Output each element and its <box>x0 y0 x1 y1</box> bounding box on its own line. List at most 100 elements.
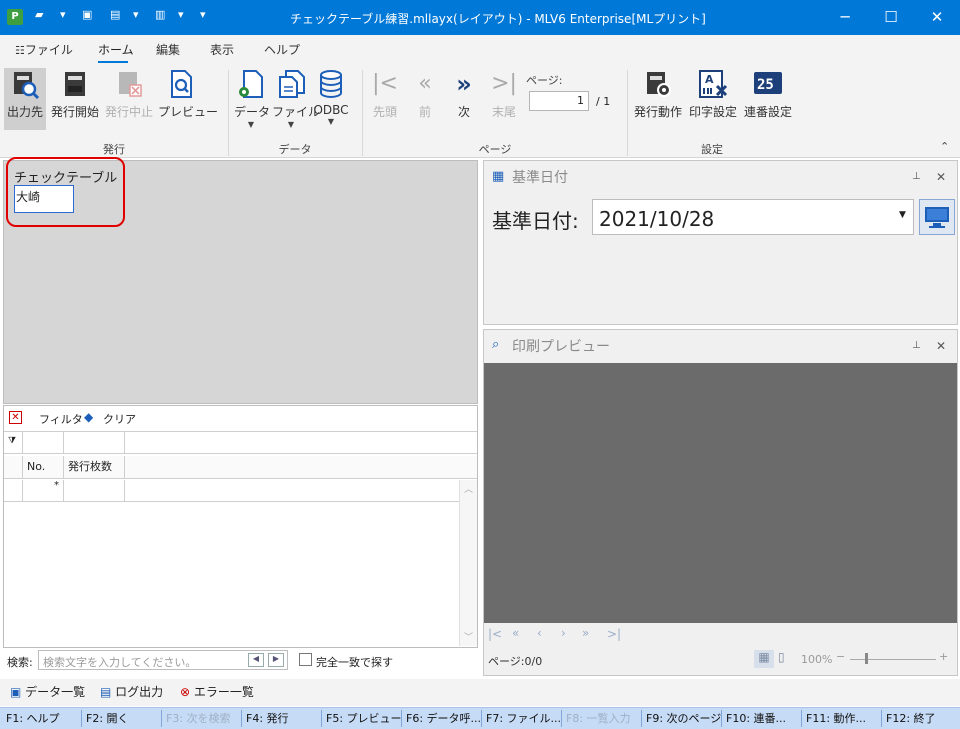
table-cell[interactable] <box>63 480 125 501</box>
dropdown-arrow-icon[interactable]: ▾ <box>133 8 139 21</box>
single-page-icon[interactable]: ▯ <box>778 650 785 664</box>
function-key-f9[interactable]: F9: 次のページ <box>642 710 722 727</box>
new-row-marker: * <box>22 480 63 501</box>
serial-number-settings-button[interactable]: 25 連番設定 <box>742 68 794 130</box>
menu-view[interactable]: 表示 <box>210 41 234 58</box>
paste-icon[interactable]: ▥ <box>155 8 165 21</box>
scroll-up-icon[interactable]: ︿ <box>464 482 473 495</box>
odbc-button[interactable]: ODBC ▼ <box>313 68 349 130</box>
preview-button[interactable]: プレビュー <box>158 68 218 130</box>
zoom-slider[interactable]: − + <box>834 650 949 668</box>
chevron-left-icon[interactable]: ‹ <box>537 626 542 640</box>
delete-row-icon[interactable]: ✕ <box>9 411 22 424</box>
zoom-thumb[interactable] <box>865 653 868 664</box>
column-header-no[interactable]: No. <box>22 456 63 478</box>
function-key-f4[interactable]: F4: 発行 <box>242 710 322 727</box>
function-key-f3[interactable]: F3: 次を検索 <box>162 710 242 727</box>
issue-behavior-button[interactable]: 発行動作 <box>632 68 684 130</box>
minimize-button[interactable]: ─ <box>822 0 868 35</box>
menu-file[interactable]: ☷ファイル <box>15 41 73 58</box>
printer-icon <box>65 72 85 96</box>
clear-button[interactable]: クリア <box>103 411 136 427</box>
table-row[interactable]: * <box>4 480 459 502</box>
last-page-icon[interactable]: >| <box>607 627 621 641</box>
search-next-icon[interactable]: ▶ <box>268 653 284 667</box>
last-page-icon: >| <box>491 71 517 96</box>
first-page-icon[interactable]: |< <box>488 627 502 641</box>
application-window: P ▰ ▾ ▣ ▤ ▾ ▥ ▾ ▾ チェックテーブル練習.mllayx(レイアウ… <box>0 0 960 729</box>
zoom-in-icon[interactable]: + <box>939 650 948 663</box>
menu-help[interactable]: ヘルプ <box>264 41 300 58</box>
page-number-input[interactable]: 1 <box>529 91 589 111</box>
column-header-issue-count[interactable]: 発行枚数 <box>63 456 125 478</box>
function-key-f7[interactable]: F7: ファイル... <box>482 710 562 727</box>
scroll-down-icon[interactable]: ﹀ <box>464 630 473 643</box>
chevron-down-icon: ▼ <box>247 120 255 129</box>
previous-page-button[interactable]: « 前 <box>408 68 442 130</box>
function-key-f1[interactable]: F1: ヘルプ <box>2 710 82 727</box>
export-icon[interactable]: ▤ <box>110 8 120 21</box>
zoom-out-icon[interactable]: − <box>836 650 845 663</box>
open-folder-icon[interactable]: ▰ <box>35 8 43 21</box>
close-panel-icon[interactable]: ✕ <box>936 339 946 353</box>
print-settings-button[interactable]: A 印字設定 <box>687 68 739 130</box>
filter-button[interactable]: フィルタ <box>39 411 83 427</box>
filter-cell[interactable] <box>63 432 125 454</box>
tab-error-list[interactable]: ⊗ エラー一覧 <box>180 683 254 700</box>
function-key-f5[interactable]: F5: プレビュー <box>322 710 402 727</box>
group-data-label: データ <box>278 143 312 156</box>
search-previous-icon[interactable]: ◀ <box>248 653 264 667</box>
close-button[interactable]: ✕ <box>914 0 960 35</box>
pin-icon[interactable]: ⊥ <box>912 340 921 351</box>
maximize-button[interactable]: ☐ <box>868 0 914 35</box>
group-settings-label: 設定 <box>701 143 723 156</box>
function-key-f8[interactable]: F8: 一覧入力 <box>562 710 642 727</box>
printer-icon[interactable]: ▣ <box>82 8 92 21</box>
function-key-f10[interactable]: F10: 連番... <box>722 710 802 727</box>
vertical-scrollbar[interactable]: ︿ ﹀ <box>459 480 477 646</box>
last-page-button[interactable]: >| 末尾 <box>487 68 521 130</box>
dropdown-arrow-icon[interactable]: ▾ <box>60 8 66 21</box>
chevron-down-icon: ▼ <box>899 210 906 220</box>
group-separator <box>627 70 628 156</box>
base-date-select[interactable]: 2021/10/28 ▼ <box>592 199 914 235</box>
data-button[interactable]: データ ▼ <box>234 68 270 130</box>
chevron-down-icon: ▼ <box>327 117 335 126</box>
file-stack-icon <box>279 70 305 98</box>
output-destination-button[interactable]: 出力先 <box>4 68 46 130</box>
tab-log-output[interactable]: ▤ ログ出力 <box>100 683 163 700</box>
next-page-button[interactable]: » 次 <box>447 68 481 130</box>
customize-quick-access-icon[interactable]: ▾ <box>200 8 206 21</box>
filter-row: ⧩ <box>4 431 477 454</box>
ribbon: 出力先 発行開始 発行中止 プレビュー 発行 データ ▼ ファイル ▼ ODBC… <box>0 64 960 158</box>
stop-issue-button[interactable]: 発行中止 <box>104 68 154 130</box>
menu-edit[interactable]: 編集 <box>156 41 180 58</box>
screen-keyboard-button[interactable] <box>919 199 955 235</box>
tab-data-list[interactable]: ▣ データ一覧 <box>10 683 85 700</box>
menu-home[interactable]: ホーム <box>98 41 134 58</box>
dropdown-arrow-icon[interactable]: ▾ <box>178 8 184 21</box>
close-panel-icon[interactable]: ✕ <box>936 170 946 184</box>
collapse-ribbon-icon[interactable]: ⌃ <box>940 140 949 153</box>
active-tab-underline <box>98 61 128 63</box>
search-input[interactable]: 検索文字を入力してください。 ◀ ▶ <box>38 650 288 670</box>
function-key-f12[interactable]: F12: 終了 <box>882 710 958 727</box>
double-chevron-left-icon[interactable]: « <box>512 626 519 640</box>
group-separator <box>362 70 363 156</box>
grid-view-icon[interactable]: ▦ <box>754 650 774 668</box>
function-key-f2[interactable]: F2: 開く <box>82 710 162 727</box>
function-key-f11[interactable]: F11: 動作... <box>802 710 882 727</box>
filter-cell[interactable] <box>22 432 63 454</box>
file-button[interactable]: ファイル ▼ <box>272 68 320 130</box>
printer-search-icon <box>14 72 40 100</box>
search-placeholder: 検索文字を入力してください。 <box>43 656 197 669</box>
pin-icon[interactable]: ⊥ <box>912 171 921 182</box>
start-issue-button[interactable]: 発行開始 <box>50 68 100 130</box>
double-chevron-right-icon[interactable]: » <box>582 626 589 640</box>
exact-match-checkbox[interactable] <box>299 653 312 666</box>
function-key-f6[interactable]: F6: データ呼... <box>402 710 482 727</box>
first-page-button[interactable]: |< 先頭 <box>368 68 402 130</box>
chevron-right-icon[interactable]: › <box>561 626 566 640</box>
eraser-icon: ◆ <box>84 410 94 424</box>
base-date-value: 2021/10/28 <box>599 207 715 231</box>
